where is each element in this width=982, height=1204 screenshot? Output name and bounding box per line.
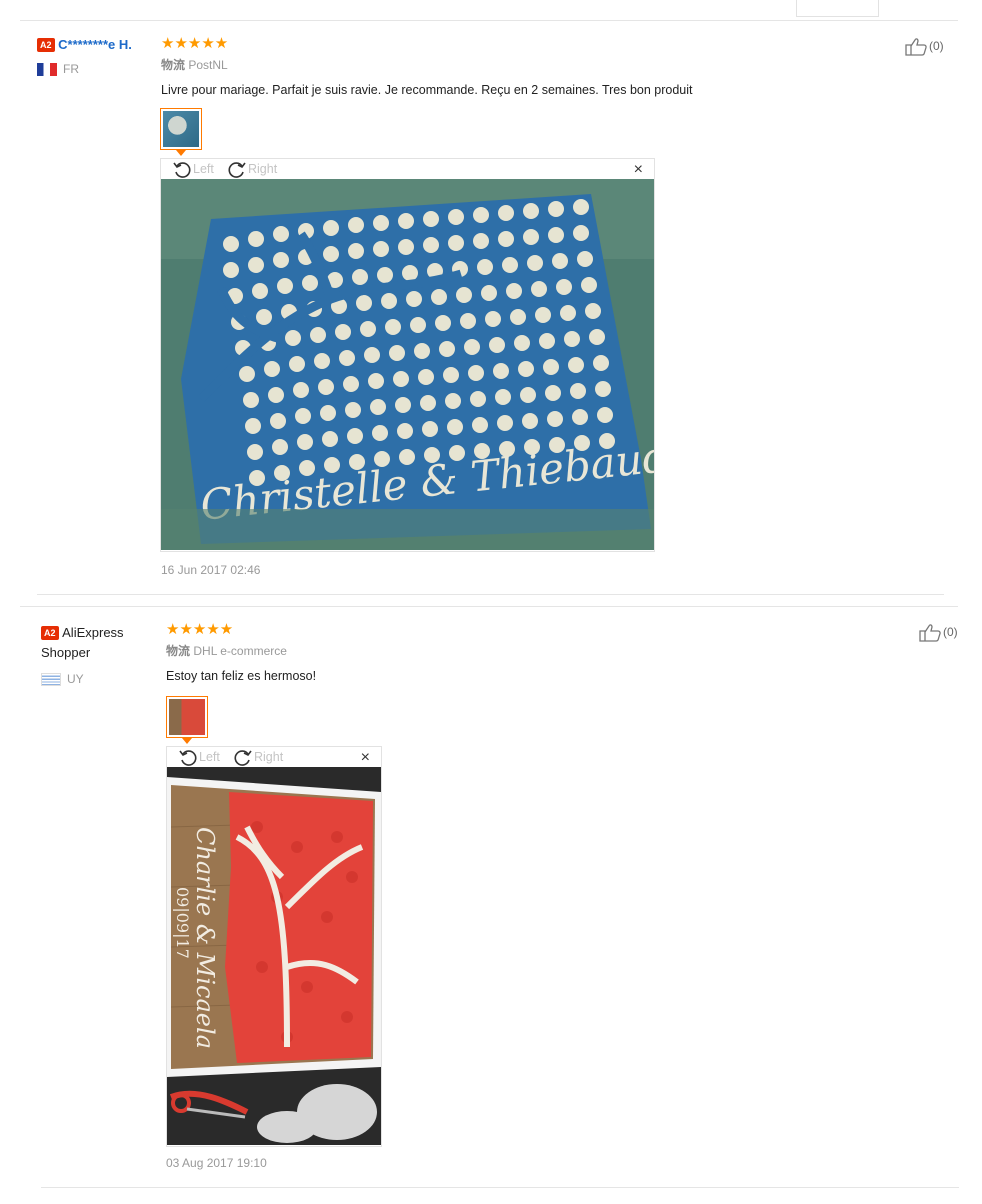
photo-viewer: Left Right × Christelle & Thiebaud <box>160 158 655 552</box>
uruguay-flag-icon <box>41 672 61 686</box>
guestbook-tree-photo: Charlie & Micaela 09|09|17 <box>167 767 381 1145</box>
review-photo: Charlie & Micaela 09|09|17 <box>167 767 381 1145</box>
photo-thumbnail-image <box>163 111 199 147</box>
photo-viewer-toolbar: Left Right × <box>161 159 654 179</box>
rotate-right-label: Right <box>248 162 278 176</box>
rotate-right-button[interactable]: Right <box>233 748 283 766</box>
rotate-right-button[interactable]: Right <box>227 160 277 178</box>
review-divider <box>41 1187 959 1188</box>
photo-viewer: Left Right × Charlie & Micaela 09|09|17 <box>166 746 382 1147</box>
logistics-label: 物流 <box>166 644 191 658</box>
thumbnail-pointer <box>176 150 186 156</box>
thumbnail-pointer <box>182 738 192 744</box>
reviewer-info: A2 AliExpress Shopper UY <box>41 622 159 686</box>
helpful-count: (0) <box>943 625 958 639</box>
review-content: ★★★★★ 物流 DHL e-commerce Estoy tan feliz … <box>166 621 317 684</box>
reviewer-country: FR <box>37 62 155 76</box>
guestbook-names-text: Charlie & Micaela <box>191 827 219 1049</box>
rotate-left-icon <box>173 162 191 178</box>
rotate-right-icon <box>234 750 252 766</box>
reviewer-country: UY <box>41 672 159 686</box>
top-divider <box>20 20 958 21</box>
review-photo-thumbnail[interactable] <box>160 108 202 156</box>
guestbook-tree-photo: Christelle & Thiebaud <box>161 179 654 550</box>
logistics-value: PostNL <box>188 58 228 72</box>
rotate-right-icon <box>228 162 246 178</box>
star-rating: ★★★★★ <box>161 35 229 52</box>
review-text: Estoy tan feliz es hermoso! <box>166 669 317 683</box>
buyer-level-badge: A2 <box>41 625 59 640</box>
logistics-label: 物流 <box>161 58 186 72</box>
thumbs-up-icon <box>905 38 927 56</box>
photo-thumbnail-image <box>169 699 205 735</box>
rotate-right-label: Right <box>254 750 284 764</box>
rotate-left-label: Left <box>193 162 214 176</box>
star-rating: ★★★★★ <box>166 621 234 638</box>
review-divider <box>20 606 958 607</box>
logistics-info: 物流 PostNL <box>161 56 693 73</box>
france-flag-icon <box>37 62 57 76</box>
buyer-level-badge: A2 <box>37 37 55 52</box>
top-control-box <box>796 0 879 17</box>
review-content: ★★★★★ 物流 PostNL Livre pour mariage. Parf… <box>161 35 693 98</box>
rotate-left-label: Left <box>199 750 220 764</box>
rotate-left-icon <box>179 750 197 766</box>
country-code: FR <box>63 62 79 77</box>
close-viewer-button[interactable]: × <box>361 748 370 768</box>
review-date: 16 Jun 2017 02:46 <box>161 563 261 577</box>
review-divider <box>37 594 944 595</box>
rotate-left-button[interactable]: Left <box>172 160 214 178</box>
helpful-button[interactable]: (0) <box>918 622 958 642</box>
review-photo: Christelle & Thiebaud <box>161 179 654 550</box>
close-viewer-button[interactable]: × <box>634 160 643 180</box>
helpful-button[interactable]: (0) <box>904 36 944 56</box>
logistics-value: DHL e-commerce <box>193 644 287 658</box>
review-date: 03 Aug 2017 19:10 <box>166 1156 267 1170</box>
country-code: UY <box>67 672 84 687</box>
review-text: Livre pour mariage. Parfait je suis ravi… <box>161 83 693 97</box>
photo-viewer-toolbar: Left Right × <box>167 747 381 767</box>
helpful-count: (0) <box>929 39 944 53</box>
reviewer-info: A2 C********e H. FR <box>37 36 155 76</box>
thumbs-up-icon <box>919 624 941 642</box>
rotate-left-button[interactable]: Left <box>178 748 220 766</box>
logistics-info: 物流 DHL e-commerce <box>166 642 316 659</box>
guestbook-date-text: 09|09|17 <box>173 887 192 959</box>
review-photo-thumbnail[interactable] <box>166 696 208 744</box>
reviewer-name[interactable]: C********e H. <box>58 37 132 52</box>
